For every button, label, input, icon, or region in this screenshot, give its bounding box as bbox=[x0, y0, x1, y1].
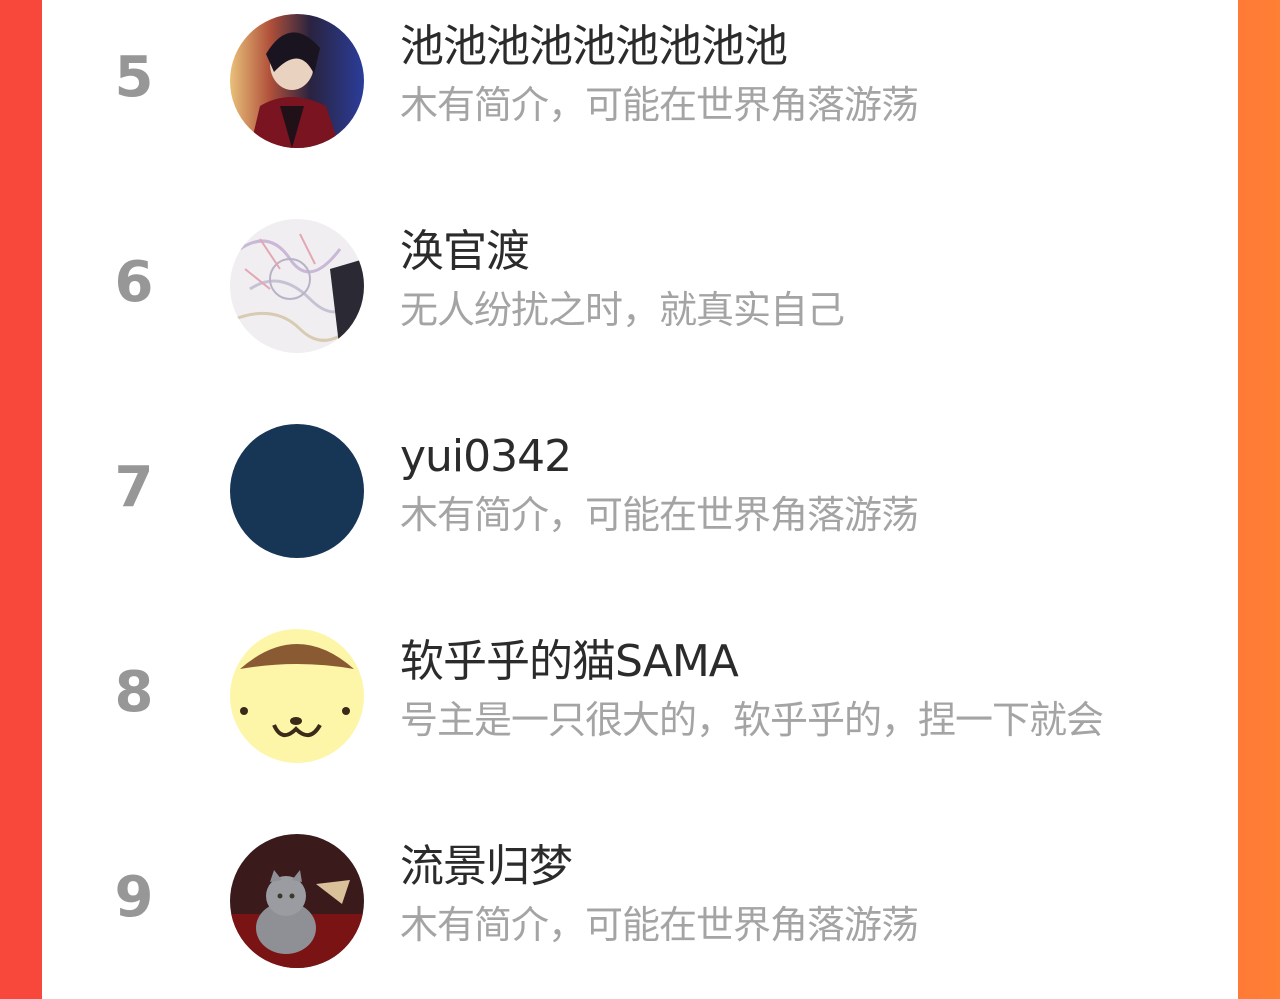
user-name[interactable]: 流景归梦 bbox=[400, 840, 573, 894]
user-name[interactable]: 涣官渡 bbox=[400, 225, 530, 279]
user-name[interactable]: 池池池池池池池池池 bbox=[400, 20, 788, 74]
user-name[interactable]: yui0342 bbox=[400, 430, 572, 484]
pompompurin-avatar-icon bbox=[230, 629, 364, 763]
rank-number: 5 bbox=[114, 45, 154, 110]
ranking-list-panel: 5 池池池池池池池池池 木有简介，可能在世界角落游荡 6 涣官渡 无人纷扰之时，… bbox=[42, 0, 1238, 999]
list-item[interactable]: 8 软乎乎的猫SAMA 号主是一只很大的，软乎乎的，捏一下就会 bbox=[42, 615, 1238, 775]
list-item[interactable]: 9 流景归梦 木有简介，可能在世界角落游荡 bbox=[42, 820, 1238, 980]
avatar[interactable] bbox=[230, 424, 364, 558]
user-bio: 木有简介，可能在世界角落游荡 bbox=[400, 493, 919, 537]
sketch-illustration-avatar-icon bbox=[230, 219, 364, 353]
rank-number: 8 bbox=[114, 660, 154, 725]
user-name[interactable]: 软乎乎的猫SAMA bbox=[400, 635, 739, 689]
list-item[interactable]: 7 yui0342 木有简介，可能在世界角落游荡 bbox=[42, 410, 1238, 570]
user-bio: 木有简介，可能在世界角落游荡 bbox=[400, 83, 919, 127]
rank-number: 9 bbox=[114, 865, 154, 930]
list-item[interactable]: 6 涣官渡 无人纷扰之时，就真实自己 bbox=[42, 205, 1238, 365]
user-bio: 木有简介，可能在世界角落游荡 bbox=[400, 903, 919, 947]
solid-navy-avatar-icon bbox=[230, 424, 364, 558]
rank-number: 6 bbox=[114, 250, 154, 315]
rank-number: 7 bbox=[114, 455, 154, 520]
avatar[interactable] bbox=[230, 219, 364, 353]
avatar[interactable] bbox=[230, 834, 364, 968]
avatar[interactable] bbox=[230, 629, 364, 763]
user-bio: 无人纷扰之时，就真实自己 bbox=[400, 288, 845, 332]
list-item[interactable]: 5 池池池池池池池池池 木有简介，可能在世界角落游荡 bbox=[42, 0, 1238, 160]
anime-character-avatar-icon bbox=[230, 14, 364, 148]
grey-cat-avatar-icon bbox=[230, 834, 364, 968]
avatar[interactable] bbox=[230, 14, 364, 148]
user-bio: 号主是一只很大的，软乎乎的，捏一下就会 bbox=[400, 698, 1104, 742]
